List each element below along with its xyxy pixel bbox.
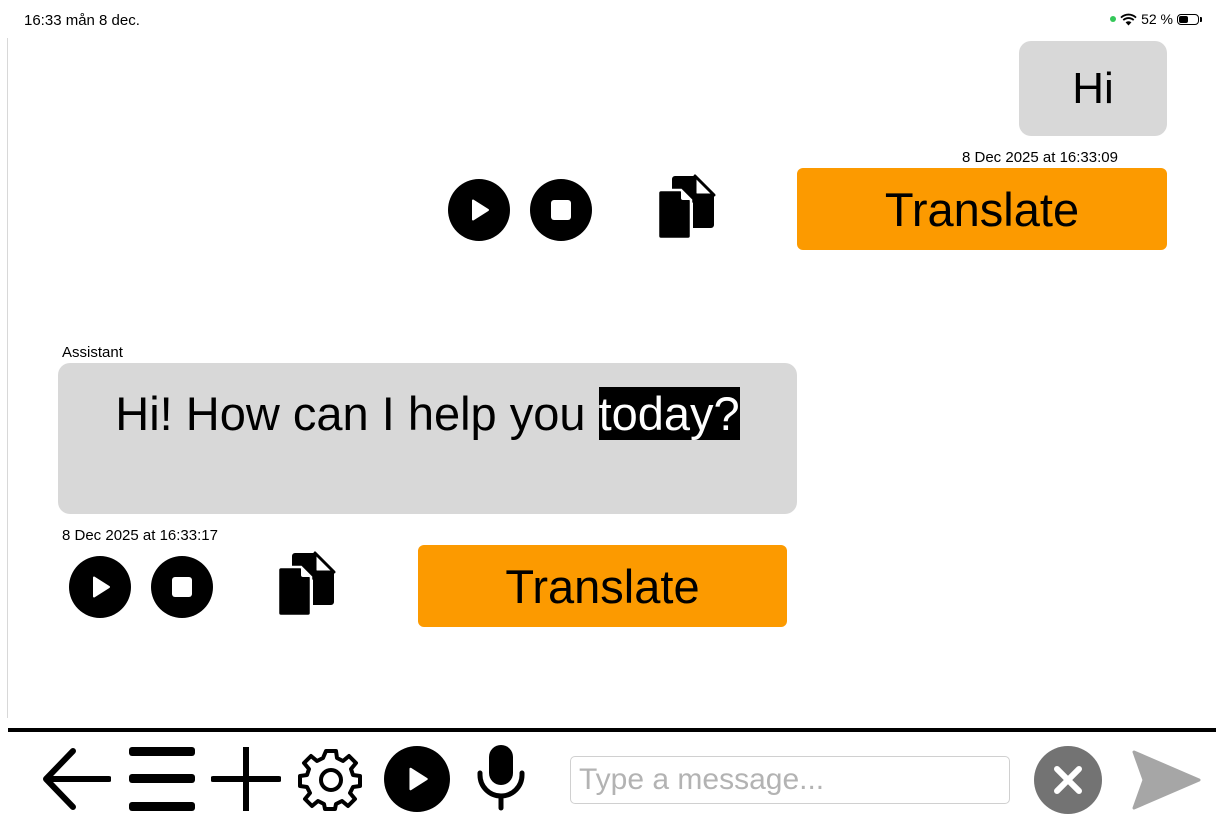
back-button[interactable] [40,746,112,812]
assistant-sender-label: Assistant [62,344,123,361]
stop-icon [172,577,192,597]
send-icon [1132,750,1201,810]
play-button[interactable] [448,179,510,241]
play-all-button[interactable] [384,746,450,812]
left-divider [7,38,8,718]
menu-icon [129,747,195,811]
play-icon [472,199,489,221]
stop-button[interactable] [530,179,592,241]
microphone-button[interactable] [470,744,532,812]
stop-button[interactable] [151,556,213,618]
clear-icon [1054,766,1082,794]
gear-icon [298,749,362,811]
selected-text-highlight[interactable]: today? [598,387,740,440]
settings-button[interactable] [296,748,366,812]
user-message-bubble: Hi [1019,41,1167,136]
translate-button[interactable]: Translate [797,168,1167,250]
send-button[interactable] [1130,748,1202,812]
user-message-timestamp: 8 Dec 2025 at 16:33:09 [962,149,1118,166]
assistant-message-bubble: Hi! How can I help you today? [58,363,797,514]
status-indicators: 52 % [1110,11,1202,27]
wifi-icon [1120,13,1137,25]
assistant-message-text: Hi! How can I help you [115,387,599,440]
play-icon [409,767,428,791]
plus-icon [211,747,281,811]
play-icon [93,576,110,598]
status-time-date: 16:33 mån 8 dec. [24,12,140,29]
battery-percent: 52 % [1141,11,1173,27]
translate-button[interactable]: Translate [418,545,787,627]
battery-tip [1200,16,1202,22]
play-button[interactable] [69,556,131,618]
battery-icon [1177,13,1199,25]
new-chat-button[interactable] [210,746,282,812]
copy-icon [276,551,336,618]
copy-button[interactable] [272,549,338,619]
message-input[interactable] [570,756,1010,804]
microphone-icon [477,745,525,811]
status-dot [1110,16,1117,22]
copy-button[interactable] [652,172,718,242]
clear-input-button[interactable] [1034,746,1102,814]
menu-button[interactable] [126,746,198,812]
copy-icon [656,174,716,241]
assistant-message-timestamp: 8 Dec 2025 at 16:33:17 [62,527,218,544]
back-arrow-icon [43,748,111,810]
toolbar-divider [8,728,1216,732]
stop-icon [551,200,571,220]
